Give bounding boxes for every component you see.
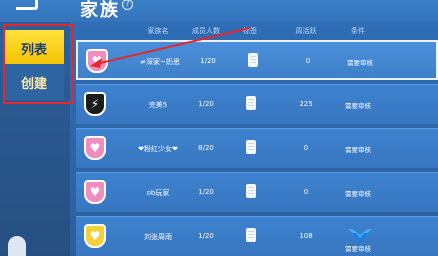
page-title: 家族 [80, 0, 120, 21]
table-header: 家族名 成员人数 标签 周活跃 条件 [76, 22, 438, 40]
family-badge-icon: ♥ [84, 136, 106, 160]
table-row[interactable]: ♥ 刘张周雨 1/20 108 需要审核 [76, 216, 438, 256]
member-count: 8/20 [198, 144, 214, 152]
back-icon[interactable] [16, 0, 38, 10]
weekly-activity: 108 [299, 232, 313, 240]
column-header-tag: 标签 [243, 27, 257, 35]
join-condition: 需要审核 [345, 190, 371, 198]
weekly-activity: 0 [303, 188, 309, 196]
table-row[interactable]: ⚡ 完美5 1/20 225 需要审核 [76, 84, 438, 124]
weekly-activity: 0 [305, 57, 311, 65]
tag-icon [246, 228, 256, 242]
join-condition: 需要审核 [345, 102, 371, 110]
table-row[interactable]: ♥ ob玩家 1/20 0 需要审核 [76, 172, 438, 212]
weekly-activity: 225 [299, 100, 313, 108]
member-count: 1/20 [198, 188, 214, 196]
column-header-name: 家族名 [147, 27, 169, 35]
member-count: 1/20 [198, 100, 214, 108]
join-condition: 需要审核 [345, 245, 371, 253]
family-name: 完美5 [148, 101, 168, 109]
join-condition: 需要审核 [347, 59, 373, 67]
family-badge-icon: ⚡ [84, 92, 106, 116]
tag-icon [248, 53, 258, 67]
family-name: ≠深家~奶思 [140, 58, 180, 66]
help-icon[interactable]: ? [122, 0, 133, 10]
highlight-box [3, 24, 74, 104]
column-header-members: 成员人数 [192, 27, 220, 35]
avatar-decoration [8, 236, 26, 256]
rank-icon [348, 229, 372, 243]
column-header-condition: 条件 [351, 27, 365, 35]
tag-icon [246, 140, 256, 154]
family-badge-icon: ♥ [84, 224, 106, 248]
weekly-activity: 0 [303, 144, 309, 152]
member-count: 1/20 [200, 57, 216, 65]
family-badge-icon: ♥ [84, 180, 106, 204]
table-row[interactable]: ♥ ≠深家~奶思 1/20 0 需要审核 [76, 40, 438, 80]
top-bar: 家族 ? [0, 0, 438, 22]
table-row[interactable]: ♥ ❤粉红少女❤ 8/20 0 需要审核 [76, 128, 438, 168]
tag-icon [246, 184, 256, 198]
join-condition: 需要审核 [345, 146, 371, 154]
family-name: ob玩家 [146, 189, 170, 197]
family-badge-icon: ♥ [86, 49, 108, 73]
member-count: 1/20 [198, 232, 214, 240]
family-name: 刘张周雨 [144, 233, 172, 241]
tag-icon [246, 96, 256, 110]
family-name: ❤粉红少女❤ [138, 145, 178, 153]
column-header-activity: 周活跃 [295, 27, 317, 35]
